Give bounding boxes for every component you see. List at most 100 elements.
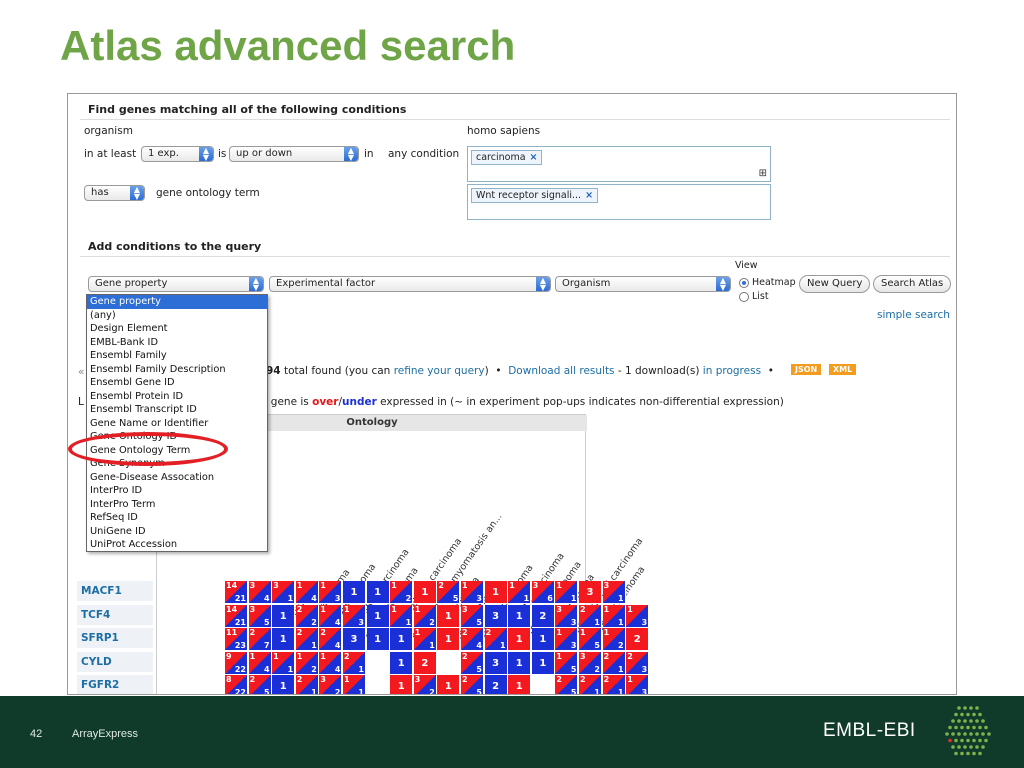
simple-search-link[interactable]: simple search [877,309,950,321]
heatmap-cell[interactable]: 3 [579,581,602,604]
heatmap-cell[interactable]: 1 [366,604,390,628]
refine-query-link[interactable]: refine your query [394,365,485,377]
heatmap-cell[interactable]: 24 [461,628,484,651]
heatmap-cell[interactable] [366,675,390,694]
heatmap-cell[interactable]: 1 [272,675,296,694]
heatmap-cell[interactable]: 2 [626,628,650,651]
xml-badge[interactable]: XML [829,364,857,375]
heatmap-cell[interactable]: 13 [555,628,579,651]
heatmap-cell[interactable]: 35 [461,604,484,628]
condition-tag[interactable]: carcinoma × [471,150,543,165]
gene-link[interactable]: FGFR2 [77,675,153,694]
heatmap-cell[interactable]: 1 [508,651,532,675]
heatmap-cell[interactable]: 11 [390,604,414,628]
heatmap-cell[interactable]: 14 [248,651,272,675]
direction-select[interactable]: up or down ▲ ▼ [229,146,359,162]
condition-tag-box[interactable]: carcinoma × ⊞ [467,146,771,182]
heatmap-cell[interactable]: 11 [413,628,437,651]
heatmap-cell[interactable]: 1 [531,628,555,651]
heatmap-cell[interactable]: 36 [531,581,555,604]
dropdown-item[interactable]: Ensembl Protein ID [87,390,267,404]
heatmap-cell[interactable]: 3 [484,604,508,628]
heatmap-cell[interactable]: 15 [555,651,579,675]
heatmap-cell[interactable]: 1 [413,581,437,604]
heatmap-cell[interactable]: 11 [555,581,579,604]
expand-plus-icon[interactable]: ⊞ [759,168,767,179]
heatmap-cell[interactable]: 1 [531,651,555,675]
heatmap-cell[interactable]: 21 [579,675,602,694]
heatmap-cell[interactable]: 11 23 [225,628,248,651]
heatmap-cell[interactable]: 21 [602,675,626,694]
heatmap-cell[interactable]: 1 [366,628,390,651]
heatmap-radio[interactable] [739,278,749,288]
organism-select[interactable]: Organism ▲ ▼ [555,276,731,292]
heatmap-cell[interactable]: 1 [508,675,532,694]
dropdown-item[interactable]: Ensembl Transcript ID [87,403,267,417]
dropdown-item[interactable]: Design Element [87,322,267,336]
heatmap-cell[interactable]: 15 [579,628,602,651]
go-tag-box[interactable]: Wnt receptor signali... × [467,184,771,220]
heatmap-cell[interactable] [531,675,555,694]
heatmap-cell[interactable]: 3 [343,628,366,651]
heatmap-cell[interactable]: 3 [484,651,508,675]
heatmap-cell[interactable]: 1 [390,675,414,694]
gene-link[interactable]: SFRP1 [77,628,153,648]
heatmap-cell[interactable]: 22 [295,604,319,628]
heatmap-cell[interactable]: 2 [413,651,437,675]
dropdown-item[interactable]: Ensembl Family Description [87,363,267,377]
heatmap-cell[interactable]: 8 22 [225,675,248,694]
heatmap-cell[interactable]: 14 21 [225,581,248,604]
heatmap-cell[interactable]: 13 [461,581,484,604]
heatmap-cell[interactable]: 32 [413,675,437,694]
gene-link[interactable]: TCF4 [77,604,153,625]
heatmap-cell[interactable]: 12 [390,581,414,604]
heatmap-cell[interactable]: 1 [484,581,508,604]
heatmap-cell[interactable]: 12 [295,651,319,675]
dropdown-item[interactable]: InterPro Term [87,498,267,512]
heatmap-cell[interactable]: 32 [579,651,602,675]
dropdown-item[interactable]: Gene-Disease Assocation [87,471,267,485]
heatmap-cell[interactable]: 2 [531,604,555,628]
heatmap-cell[interactable]: 12 [413,604,437,628]
heatmap-cell[interactable]: 11 [343,675,366,694]
dropdown-item[interactable]: UniGene ID [87,525,267,539]
heatmap-cell[interactable]: 1 [366,581,390,604]
dropdown-item[interactable]: Gene Name or Identifier [87,417,267,431]
dropdown-item[interactable]: EMBL-Bank ID [87,336,267,350]
heatmap-cell[interactable]: 25 [248,675,272,694]
heatmap-cell[interactable]: 24 [319,628,343,651]
heatmap-cell[interactable]: 21 [295,628,319,651]
heatmap-cell[interactable]: 21 [579,604,602,628]
heatmap-cell[interactable]: 9 22 [225,651,248,675]
heatmap-cell[interactable]: 25 [437,581,461,604]
heatmap-cell[interactable]: 1 [508,604,532,628]
heatmap-cell[interactable]: 1 [343,581,366,604]
heatmap-cell[interactable]: 14 [319,604,343,628]
heatmap-cell[interactable]: 12 [602,628,626,651]
gene-link[interactable]: MACF1 [77,581,153,601]
heatmap-cell[interactable]: 35 [248,604,272,628]
new-query-button[interactable]: New Query [799,275,871,293]
heatmap-cell[interactable]: 1 [390,651,414,675]
in-progress-link[interactable]: in progress [703,365,761,377]
search-atlas-button[interactable]: Search Atlas [873,275,952,293]
heatmap-cell[interactable]: 11 [602,604,626,628]
heatmap-cell[interactable]: 13 [343,604,366,628]
heatmap-cell[interactable]: 14 21 [225,604,248,628]
collapse-glyph[interactable]: « [78,366,84,378]
dropdown-item[interactable]: InterPro ID [87,484,267,498]
go-tag[interactable]: Wnt receptor signali... × [471,188,599,203]
gene-property-select[interactable]: Gene property ▲ ▼ [88,276,264,292]
heatmap-cell[interactable]: 31 [272,581,296,604]
dropdown-item[interactable]: Gene property [87,295,267,309]
dropdown-item[interactable]: Ensembl Family [87,349,267,363]
heatmap-cell[interactable]: 11 [508,581,532,604]
dropdown-item[interactable]: UniProt Accession [87,538,267,552]
heatmap-cell[interactable]: 25 [461,675,484,694]
dropdown-item[interactable]: (any) [87,309,267,323]
heatmap-cell[interactable]: 13 [626,675,650,694]
heatmap-cell[interactable]: 25 [461,651,484,675]
heatmap-cell[interactable] [437,651,461,675]
has-select[interactable]: has ▲ ▼ [84,185,145,201]
heatmap-cell[interactable]: 1 [437,604,461,628]
